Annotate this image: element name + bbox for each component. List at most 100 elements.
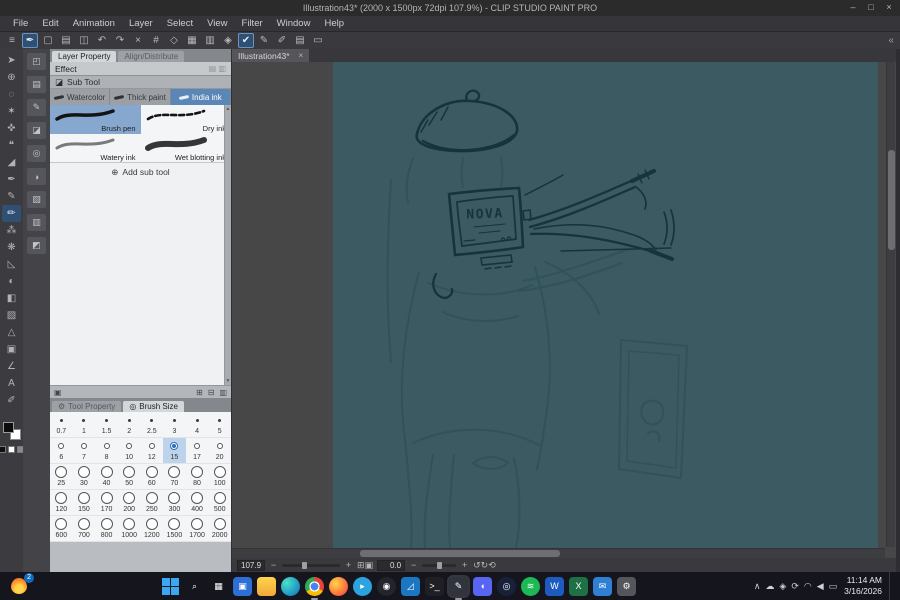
minimize-button[interactable]: – [844, 0, 862, 16]
zoom-tool[interactable]: ⊕ [2, 69, 21, 86]
lasso-tool[interactable]: ◌ [2, 86, 21, 103]
swatch-black[interactable] [0, 446, 6, 453]
sub-tool-scrollbar[interactable]: ▲ ▼ [224, 105, 231, 385]
zoom-slider-knob[interactable] [302, 561, 308, 569]
brush-size-170[interactable]: 170 [95, 490, 118, 516]
zoom-in-button[interactable]: + [344, 560, 353, 570]
zoom-value[interactable]: 107.9 [237, 559, 266, 571]
eyedropper-tool[interactable]: ◢ [2, 154, 21, 171]
brush-size-600[interactable]: 600 [50, 516, 73, 542]
show-desktop-button[interactable] [889, 572, 892, 600]
new-subtool-button[interactable]: ⊞ [196, 388, 203, 397]
dock-navigator-icon[interactable]: ▥ [27, 214, 46, 231]
brush-size-70[interactable]: 70 [163, 464, 186, 490]
brush-tool[interactable]: ✏ [2, 205, 21, 222]
decoration-tool[interactable]: ❋ [2, 239, 21, 256]
brush-size-5[interactable]: 5 [208, 412, 231, 438]
steam-app[interactable]: ◎ [497, 576, 516, 596]
brush-size-2.5[interactable]: 2.5 [140, 412, 164, 438]
dock-quick-access-icon[interactable]: ◰ [27, 53, 46, 70]
brush-size-2000[interactable]: 2000 [208, 516, 231, 542]
close-document-icon[interactable]: × [299, 51, 304, 60]
sub-tool-tab-thick-paint[interactable]: Thick paint [110, 89, 171, 105]
fill-tool[interactable]: ◧ [2, 290, 21, 307]
workspace-panel-icon[interactable]: ▭ [310, 33, 326, 48]
toolbar-overflow-icon[interactable]: « [888, 35, 896, 46]
brush-size-300[interactable]: 300 [163, 490, 186, 516]
drawing-canvas[interactable]: NOVA [333, 62, 878, 549]
menu-file[interactable]: File [6, 16, 35, 32]
object-tool-icon[interactable]: ✒ [22, 33, 38, 48]
scroll-down-icon[interactable]: ▼ [226, 378, 231, 384]
widgets-button[interactable]: 2 [9, 573, 34, 596]
brush-size-0.7[interactable]: 0.7 [50, 412, 73, 438]
brush-size-17[interactable]: 17 [185, 438, 209, 464]
scroll-up-icon[interactable]: ▲ [226, 106, 231, 112]
rotate-ccw-button[interactable]: − [409, 560, 418, 570]
menu-select[interactable]: Select [160, 16, 200, 32]
rotate-cw-button[interactable]: + [460, 560, 469, 570]
undo-icon[interactable]: ↶ [94, 33, 110, 48]
wifi-icon[interactable]: ◠ [804, 581, 812, 591]
brush-size-2[interactable]: 2 [117, 412, 141, 438]
snap-to-grid-icon[interactable]: ▦ [184, 33, 200, 48]
brush-size-30[interactable]: 30 [72, 464, 96, 490]
settings-app[interactable]: ⚙ [617, 576, 636, 596]
obs-studio[interactable]: ◉ [377, 576, 396, 596]
add-sub-tool-button[interactable]: ⊕ Add sub tool [50, 163, 231, 181]
balloon-tool[interactable]: ❝ [2, 137, 21, 154]
brush-size-7[interactable]: 7 [72, 438, 96, 464]
snap-to-ruler-icon[interactable]: # [148, 33, 164, 48]
gradient-tool[interactable]: ▨ [2, 307, 21, 324]
eraser-tool[interactable]: ◺ [2, 256, 21, 273]
brush-size-6[interactable]: 6 [50, 438, 73, 464]
frame-border-tool[interactable]: ▣ [2, 341, 21, 358]
clip-studio-paint[interactable]: ✎ [449, 576, 468, 600]
fit-to-screen-button[interactable]: ⊞ [357, 560, 365, 570]
brush-size-10[interactable]: 10 [117, 438, 141, 464]
brush-size-60[interactable]: 60 [140, 464, 164, 490]
snap-to-special-ruler-icon[interactable]: ◇ [166, 33, 182, 48]
auto-select-tool[interactable]: ✶ [2, 103, 21, 120]
duplicate-subtool-button[interactable]: ⊟ [208, 388, 215, 397]
move-tool[interactable]: ✜ [2, 120, 21, 137]
dock-color-wheel-icon[interactable]: ◑ [27, 168, 46, 185]
sub-tool-tab-india-ink[interactable]: India ink [170, 89, 231, 105]
brush-size-700[interactable]: 700 [72, 516, 96, 542]
effect-mode-icons[interactable]: ▤ ▥ [209, 64, 226, 73]
rotation-slider[interactable] [422, 561, 457, 569]
telegram-app[interactable]: ▸ [353, 576, 372, 596]
line-correction-tool[interactable]: ✐ [2, 392, 21, 409]
mail-app[interactable]: ✉ [593, 576, 612, 596]
onedrive-icon[interactable]: ☁ [765, 581, 774, 591]
terminal-app[interactable]: >_ [425, 576, 444, 596]
task-view-button[interactable]: ▦ [209, 577, 228, 596]
figure-tool[interactable]: △ [2, 324, 21, 341]
brush-size-20[interactable]: 20 [208, 438, 231, 464]
material-panel-icon[interactable]: ▤ [292, 33, 308, 48]
brush-size-250[interactable]: 250 [140, 490, 164, 516]
menu-layer[interactable]: Layer [122, 16, 160, 32]
redo-icon[interactable]: ↷ [112, 33, 128, 48]
main-menu-icon[interactable]: ≡ [4, 33, 20, 48]
brush-size-25[interactable]: 25 [50, 464, 73, 490]
ruler-tool[interactable]: ∠ [2, 358, 21, 375]
swatch-white[interactable] [8, 446, 15, 453]
new-canvas-icon[interactable]: ▢ [40, 33, 56, 48]
delete-subtool-button[interactable]: ▥ [219, 388, 227, 397]
brush-size-1.5[interactable]: 1.5 [95, 412, 118, 438]
tab-tool-property[interactable]: ⚙ Tool Property [52, 401, 122, 412]
chrome-browser[interactable] [305, 576, 324, 600]
file-explorer[interactable] [257, 576, 276, 596]
menu-window[interactable]: Window [270, 16, 318, 32]
dock-layer-icon[interactable]: ▧ [27, 191, 46, 208]
brush-size-800[interactable]: 800 [95, 516, 118, 542]
brush-size-80[interactable]: 80 [185, 464, 209, 490]
tray-expand-icon[interactable]: ∧ [754, 581, 761, 591]
menu-help[interactable]: Help [317, 16, 351, 32]
brush-size-15[interactable]: 15 [163, 438, 186, 464]
brush-size-40[interactable]: 40 [95, 464, 118, 490]
start-button[interactable] [161, 577, 180, 596]
brush-size-500[interactable]: 500 [208, 490, 231, 516]
dock-material-icon[interactable]: ▤ [27, 76, 46, 93]
